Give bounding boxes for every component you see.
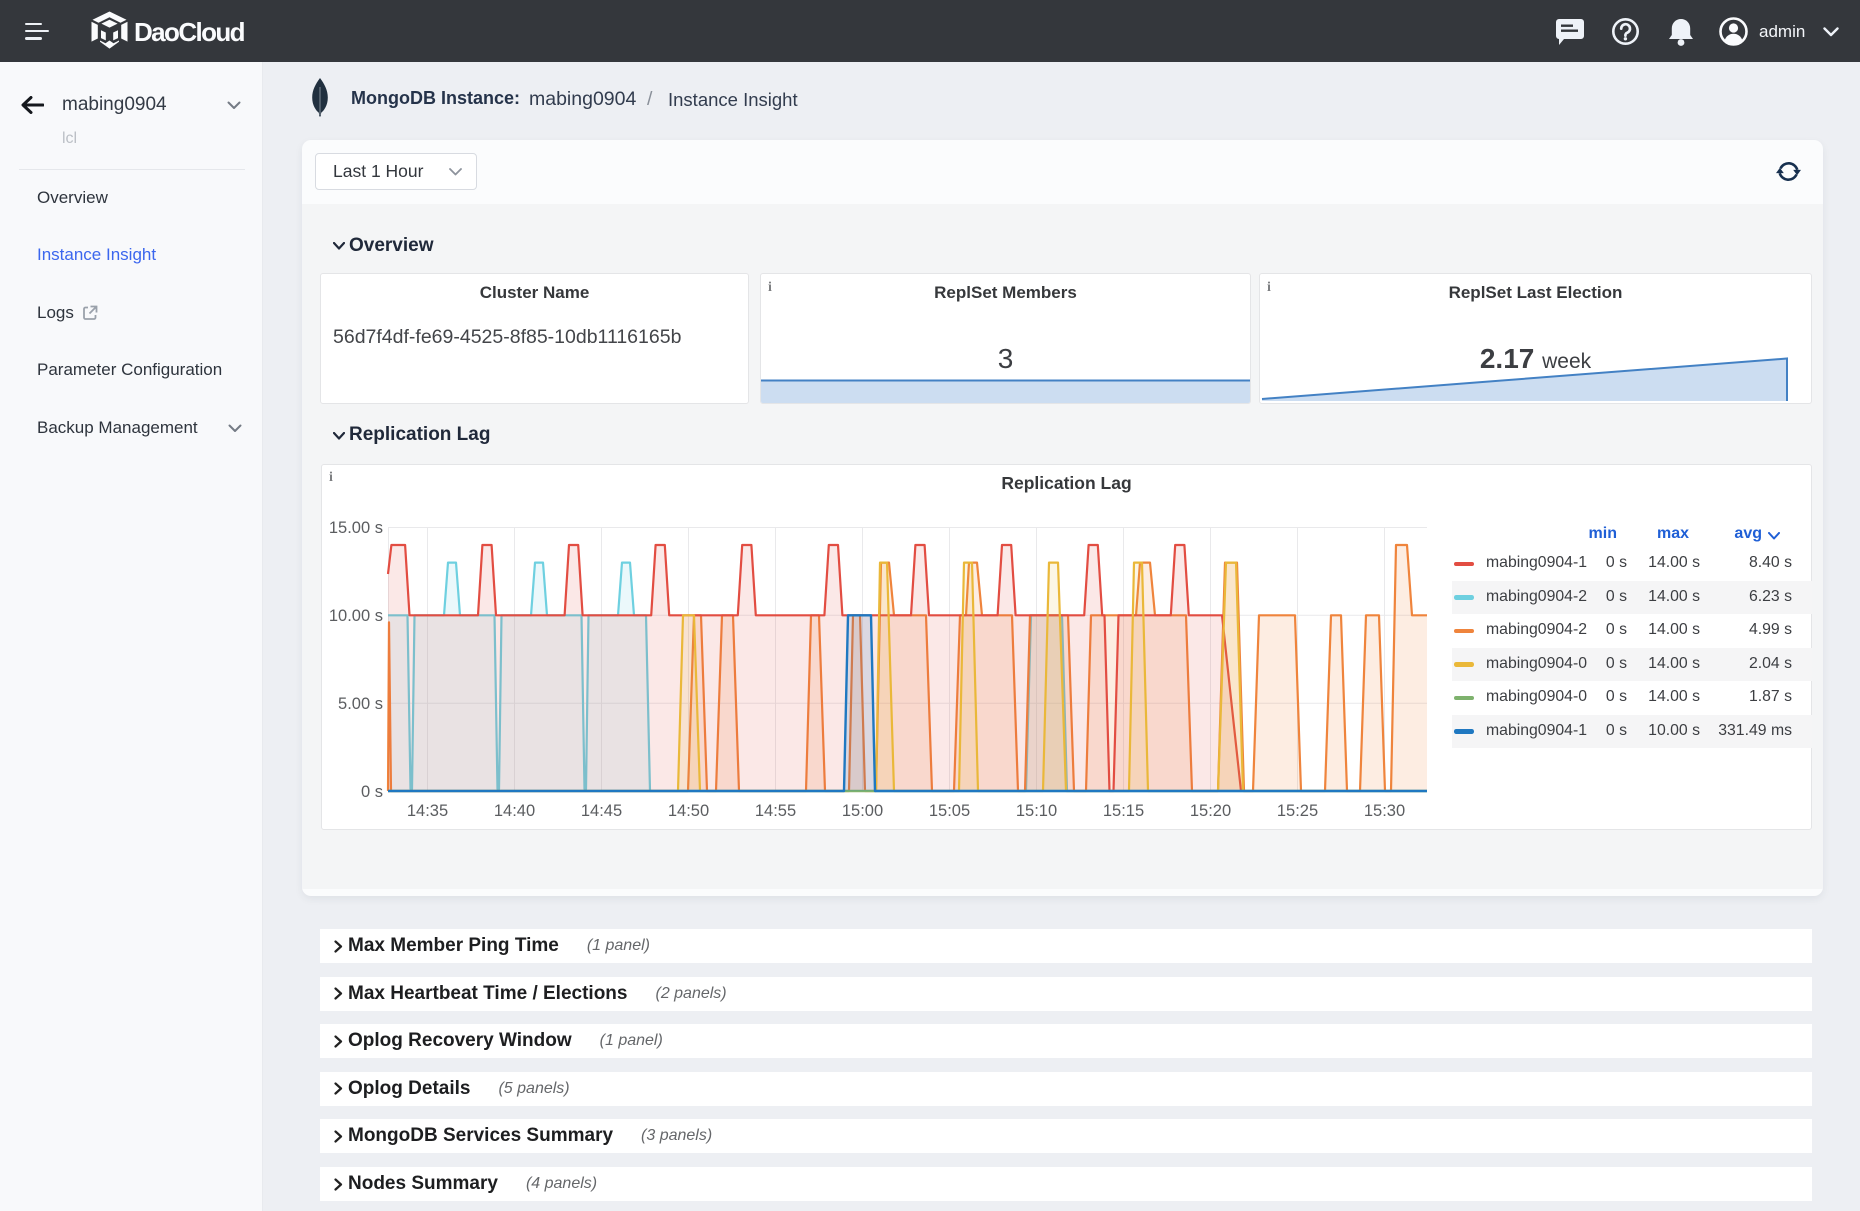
svg-text:14:55: 14:55: [755, 802, 796, 820]
svg-text:15:30: 15:30: [1364, 802, 1405, 820]
svg-text:15:20: 15:20: [1190, 802, 1231, 820]
svg-text:14:40: 14:40: [494, 802, 535, 820]
svg-text:10.00 s: 10.00 s: [329, 607, 383, 625]
svg-text:14:35: 14:35: [407, 802, 448, 820]
svg-text:15:10: 15:10: [1016, 802, 1057, 820]
svg-text:0 s: 0 s: [361, 783, 383, 801]
svg-text:14:45: 14:45: [581, 802, 622, 820]
svg-text:15.00 s: 15.00 s: [329, 519, 383, 537]
svg-text:15:25: 15:25: [1277, 802, 1318, 820]
svg-text:15:05: 15:05: [929, 802, 970, 820]
svg-text:15:00: 15:00: [842, 802, 883, 820]
svg-text:5.00 s: 5.00 s: [338, 695, 383, 713]
svg-text:15:15: 15:15: [1103, 802, 1144, 820]
svg-text:14:50: 14:50: [668, 802, 709, 820]
